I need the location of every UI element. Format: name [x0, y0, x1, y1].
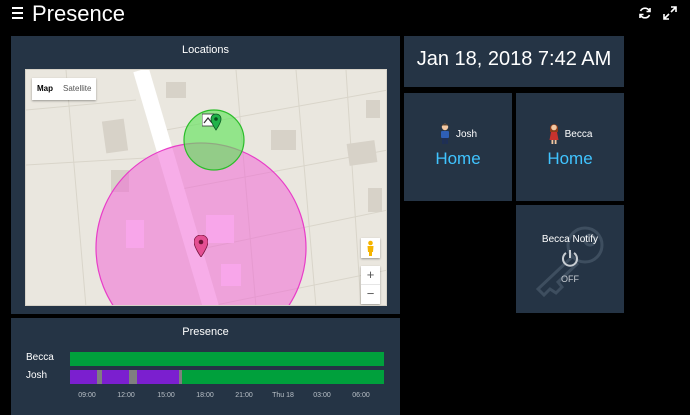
presence-title: Presence [182, 326, 229, 338]
fullscreen-icon[interactable] [663, 6, 677, 20]
notify-toggle-tile[interactable]: Becca Notify OFF [516, 205, 624, 313]
timeline-bar-josh[interactable] [70, 370, 384, 384]
menu-icon[interactable] [12, 7, 23, 19]
becca-avatar-icon [549, 124, 559, 144]
josh-location-marker[interactable] [202, 112, 224, 138]
axis-tick: 21:00 [235, 392, 253, 399]
top-bar: Presence [0, 0, 690, 30]
person-tile-josh[interactable]: Josh Home [404, 93, 512, 201]
axis-tick: 09:00 [78, 392, 96, 399]
datetime-value: Jan 18, 2018 7:42 AM [416, 48, 612, 70]
timeline-segment-unknown [179, 370, 182, 384]
axis-tick: Thu 18 [272, 392, 294, 399]
timeline-label-josh: Josh [26, 370, 48, 381]
notify-state: OFF [561, 274, 579, 284]
zoom-in-button[interactable]: + [361, 266, 380, 285]
person-state: Home [547, 149, 593, 168]
map[interactable]: Map Satellite + − [25, 69, 387, 306]
datetime-card: Jan 18, 2018 7:42 AM [404, 36, 624, 87]
timeline-bar-becca[interactable] [70, 352, 384, 366]
street-view-pegman-icon[interactable] [361, 238, 380, 258]
map-canvas [26, 70, 386, 305]
page-title: Presence [32, 1, 125, 26]
refresh-icon[interactable] [638, 6, 652, 20]
locations-card: Locations Map Satellite + − [11, 36, 400, 314]
axis-tick: 15:00 [157, 392, 175, 399]
person-row: Josh [404, 123, 512, 145]
map-type-control: Map Satellite [32, 78, 97, 100]
timeline-label-becca: Becca [26, 352, 54, 363]
axis-tick: 03:00 [313, 392, 331, 399]
map-type-satellite[interactable]: Satellite [58, 78, 96, 100]
josh-avatar-icon [440, 123, 449, 144]
person-name: Josh [455, 128, 478, 140]
zoom-control: + − [361, 266, 380, 304]
notify-label: Becca Notify [541, 234, 599, 245]
person-row: Becca [516, 123, 624, 145]
axis-tick: 06:00 [352, 392, 370, 399]
timeline-segment-away [70, 370, 97, 384]
map-type-map[interactable]: Map [32, 78, 58, 100]
person-name: Becca [564, 128, 593, 140]
zoom-out-button[interactable]: − [361, 285, 380, 304]
presence-history-card: Presence Becca Josh 09:00 12:00 15:00 18… [11, 318, 400, 415]
axis-tick: 18:00 [196, 392, 214, 399]
locations-title: Locations [181, 44, 230, 56]
becca-location-marker[interactable] [194, 235, 208, 257]
timeline-segment-unknown [129, 370, 137, 384]
person-state: Home [435, 149, 481, 168]
timeline-segment-away [102, 370, 129, 384]
power-icon [562, 250, 578, 267]
timeline-segment-away [137, 370, 179, 384]
axis-tick: 12:00 [117, 392, 135, 399]
person-tile-becca[interactable]: Becca Home [516, 93, 624, 201]
